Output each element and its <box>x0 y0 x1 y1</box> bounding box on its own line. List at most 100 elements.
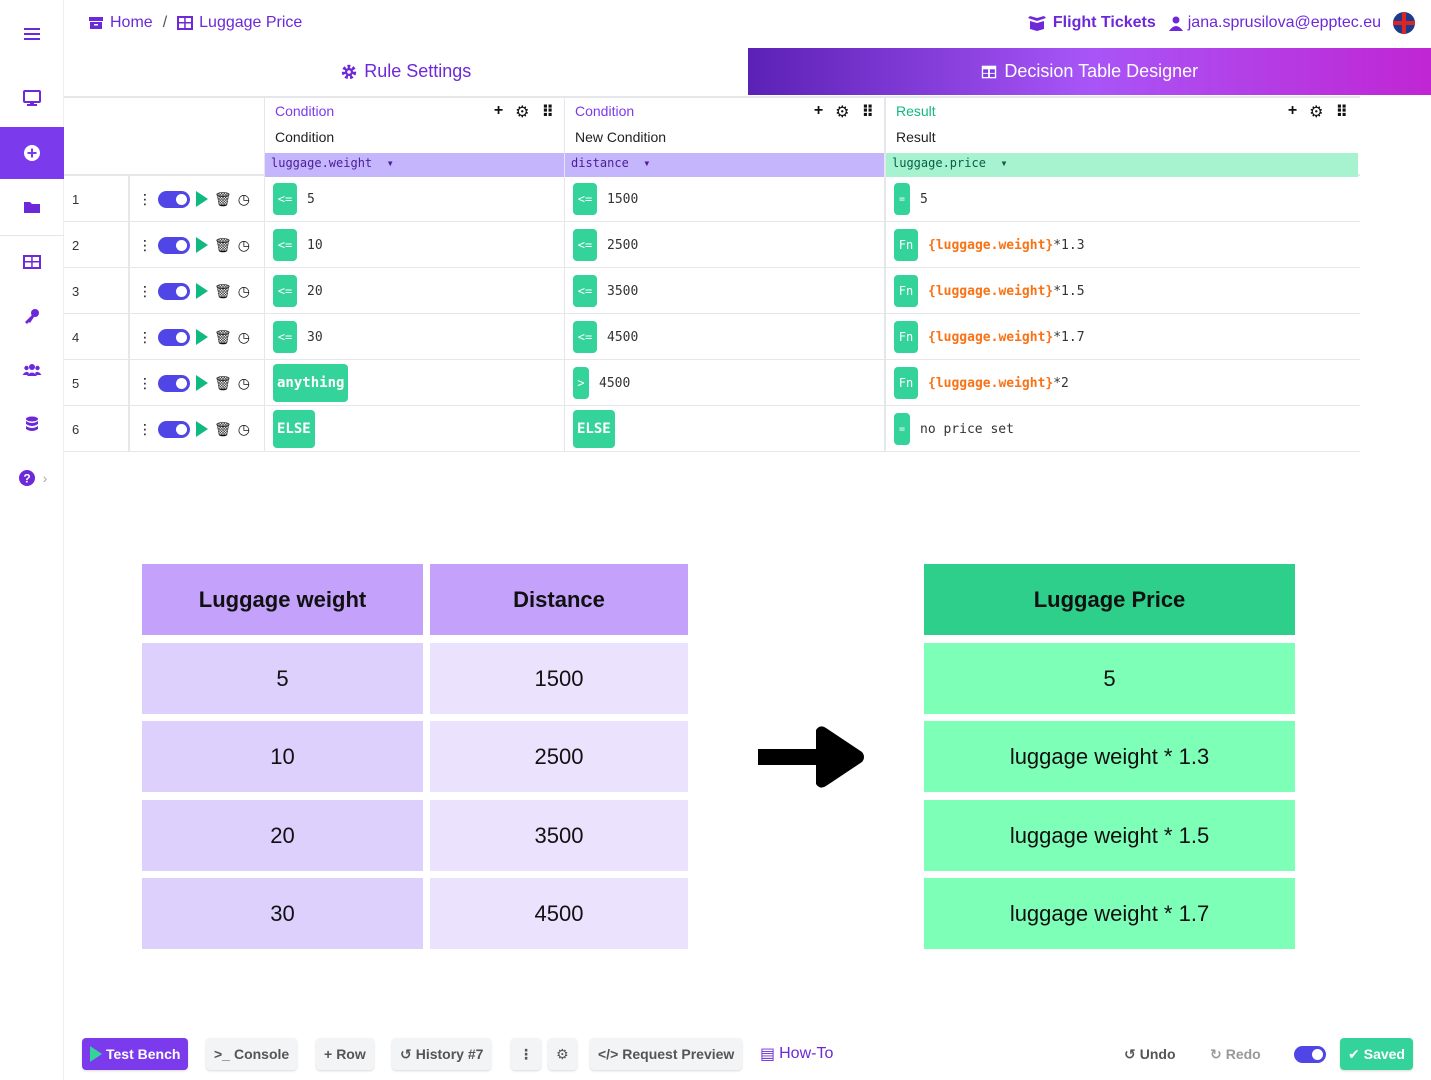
operator-badge[interactable]: Fn <box>894 321 918 353</box>
database-icon[interactable] <box>0 398 64 450</box>
user-menu[interactable]: jana.sprusilova@epptec.eu <box>1168 14 1381 32</box>
trash-icon[interactable]: 🗑 <box>214 237 232 254</box>
table-icon[interactable] <box>0 236 64 288</box>
clock-icon[interactable]: ◷ <box>238 329 250 346</box>
play-icon[interactable] <box>196 329 208 345</box>
operator-badge[interactable]: <= <box>573 183 597 215</box>
add-icon[interactable]: + <box>814 102 823 122</box>
request-preview-button[interactable]: </> Request Preview <box>590 1038 743 1070</box>
operator-badge[interactable]: <= <box>273 321 297 353</box>
breadcrumb-home[interactable]: Home <box>110 14 153 32</box>
add-row-button[interactable]: + Row <box>316 1038 374 1070</box>
condition-cell[interactable]: <= 20 <box>264 268 564 314</box>
add-icon[interactable]: + <box>1288 102 1297 122</box>
row-menu-icon[interactable]: ⋮ <box>138 375 152 392</box>
test-bench-button[interactable]: Test Bench <box>82 1038 189 1070</box>
autosave-toggle[interactable] <box>1294 1046 1326 1063</box>
operator-badge[interactable]: = <box>894 183 910 215</box>
field-selector[interactable]: distance ▾ <box>565 153 884 177</box>
play-icon[interactable] <box>196 375 208 391</box>
condition-cell[interactable]: <= 10 <box>264 222 564 268</box>
operator-badge[interactable]: > <box>573 367 589 399</box>
operator-badge[interactable]: <= <box>573 275 597 307</box>
row-toggle[interactable] <box>158 420 190 438</box>
condition-cell[interactable]: > 4500 <box>564 360 884 406</box>
operator-badge[interactable]: ELSE <box>573 410 615 448</box>
row-menu-icon[interactable]: ⋮ <box>138 283 152 300</box>
breadcrumb-current[interactable]: Luggage Price <box>199 14 302 32</box>
gear-icon[interactable]: ⚙ <box>835 102 849 122</box>
trash-icon[interactable]: 🗑 <box>214 329 232 346</box>
folder-icon[interactable] <box>0 181 64 233</box>
undo-button[interactable]: ↺ Undo <box>1116 1038 1184 1070</box>
field-selector[interactable]: luggage.price ▾ <box>886 153 1358 177</box>
drag-handle-icon[interactable]: ⠿ <box>542 102 555 122</box>
condition-cell[interactable]: <= 2500 <box>564 222 884 268</box>
history-button[interactable]: ↺ History #7 <box>392 1038 492 1070</box>
add-circle-icon[interactable] <box>0 127 64 179</box>
project-selector[interactable]: Flight Tickets <box>1027 14 1156 32</box>
more-button[interactable]: ⋮ <box>511 1038 541 1070</box>
key-icon[interactable] <box>0 290 64 342</box>
trash-icon[interactable]: 🗑 <box>214 283 232 300</box>
operator-badge[interactable]: <= <box>273 183 297 215</box>
row-toggle[interactable] <box>158 190 190 208</box>
operator-badge[interactable]: Fn <box>894 367 918 399</box>
drag-handle-icon[interactable]: ⠿ <box>1336 102 1349 122</box>
clock-icon[interactable]: ◷ <box>238 421 250 438</box>
play-icon[interactable] <box>196 237 208 253</box>
clock-icon[interactable]: ◷ <box>238 237 250 254</box>
condition-cell[interactable]: <= 4500 <box>564 314 884 360</box>
users-icon[interactable] <box>0 344 64 396</box>
play-icon[interactable] <box>196 283 208 299</box>
console-button[interactable]: >_ Console <box>206 1038 298 1070</box>
operator-badge[interactable]: Fn <box>894 229 918 261</box>
result-cell[interactable]: Fn {luggage.weight}*1.5 <box>884 268 1358 314</box>
operator-badge[interactable]: <= <box>273 275 297 307</box>
add-icon[interactable]: + <box>494 102 503 122</box>
clock-icon[interactable]: ◷ <box>238 375 250 392</box>
how-to-link[interactable]: ▤ How-To <box>752 1038 841 1070</box>
field-selector[interactable]: luggage.weight ▾ <box>265 153 564 177</box>
gear-icon[interactable]: ⚙ <box>1309 102 1323 122</box>
chevron-right-icon[interactable]: › <box>43 470 48 486</box>
play-icon[interactable] <box>196 421 208 437</box>
tab-decision-table-designer[interactable]: Decision Table Designer <box>747 48 1431 95</box>
operator-badge[interactable]: = <box>894 413 910 445</box>
condition-cell[interactable]: anything <box>264 360 564 406</box>
row-toggle[interactable] <box>158 374 190 392</box>
settings-button[interactable]: ⚙ <box>548 1038 577 1070</box>
operator-badge[interactable]: <= <box>573 321 597 353</box>
column-title[interactable]: Result <box>896 129 936 145</box>
row-toggle[interactable] <box>158 236 190 254</box>
operator-badge[interactable]: ELSE <box>273 410 315 448</box>
trash-icon[interactable]: 🗑 <box>214 375 232 392</box>
condition-cell[interactable]: <= 1500 <box>564 176 884 222</box>
result-cell[interactable]: = no price set <box>884 406 1358 452</box>
result-cell[interactable]: Fn {luggage.weight}*1.3 <box>884 222 1358 268</box>
row-menu-icon[interactable]: ⋮ <box>138 191 152 208</box>
result-cell[interactable]: Fn {luggage.weight}*2 <box>884 360 1358 406</box>
result-cell[interactable]: = 5 <box>884 176 1358 222</box>
condition-cell[interactable]: ELSE <box>564 406 884 452</box>
column-title[interactable]: Condition <box>275 129 334 145</box>
clock-icon[interactable]: ◷ <box>238 283 250 300</box>
hamburger-menu-icon[interactable] <box>0 8 64 60</box>
help-icon[interactable]: ? › <box>0 452 64 504</box>
row-menu-icon[interactable]: ⋮ <box>138 421 152 438</box>
monitor-icon[interactable] <box>0 72 64 124</box>
saved-status-button[interactable]: ✔ Saved <box>1340 1038 1413 1070</box>
drag-handle-icon[interactable]: ⠿ <box>862 102 875 122</box>
clock-icon[interactable]: ◷ <box>238 191 250 208</box>
row-menu-icon[interactable]: ⋮ <box>138 329 152 346</box>
redo-button[interactable]: ↻ Redo <box>1202 1038 1269 1070</box>
operator-badge[interactable]: Fn <box>894 275 918 307</box>
trash-icon[interactable]: 🗑 <box>214 421 232 438</box>
operator-badge[interactable]: anything <box>273 364 349 402</box>
uk-flag-icon[interactable] <box>1393 12 1415 34</box>
gear-icon[interactable]: ⚙ <box>515 102 529 122</box>
condition-cell[interactable]: <= 3500 <box>564 268 884 314</box>
condition-cell[interactable]: <= 30 <box>264 314 564 360</box>
condition-cell[interactable]: <= 5 <box>264 176 564 222</box>
row-toggle[interactable] <box>158 328 190 346</box>
